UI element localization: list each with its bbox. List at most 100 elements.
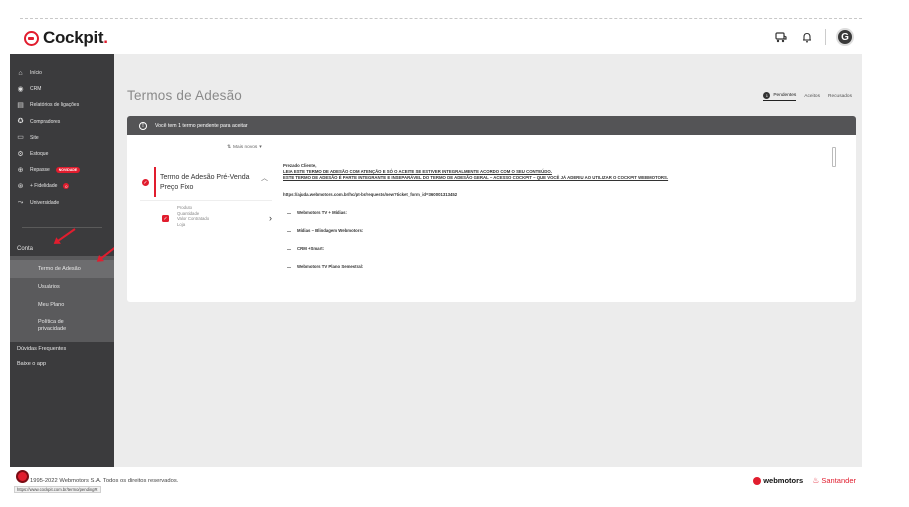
sidebar-item-label: Relatórios de ligações (30, 102, 80, 109)
term-item-label: Webmotors TV Plano Semestral: (297, 264, 364, 269)
count-badge: 1 (763, 92, 771, 99)
chevron-down-icon: ▾ (259, 145, 262, 150)
loyalty-icon: ⊛ (17, 182, 24, 190)
sidebar-item-label: Estoque (30, 151, 49, 158)
tab-pendentes[interactable]: 1 Pendentes (763, 92, 797, 101)
sidebar-item-fidelidade[interactable]: ⊛ + Fidelidade 0 (10, 178, 114, 194)
sidebar-item-label: Repasse (30, 167, 50, 174)
brand-label: Santander (821, 476, 856, 485)
stock-icon: ⚙ (17, 150, 24, 158)
sidebar-section-conta[interactable]: Conta (10, 242, 114, 256)
sidebar-item-politica-privacidade[interactable]: Política de privacidade (10, 314, 114, 338)
help-url[interactable]: https://ajuda.webmotors.com.br/hc/pt-br/… (283, 192, 783, 198)
sidebar-nav: ⌂ Início ◉ CRM ▤ Relatórios de ligações ✪ Co… (10, 54, 114, 211)
document-detail-item[interactable]: ✓ Produto Quantidade Valor Contratado Lo… (162, 205, 272, 231)
count-badge: 0 (63, 183, 70, 190)
tab-aceitos[interactable]: Aceitos (804, 94, 820, 99)
flame-icon: ♨ (812, 476, 820, 485)
tab-label: Recusados (828, 94, 852, 99)
sidebar-item-estoque[interactable]: ⚙ Estoque (10, 146, 114, 162)
sidebar-item-site[interactable]: ▭ Site (10, 130, 114, 146)
sidebar-divider (22, 226, 102, 228)
footer: 1995-2022 Webmotors S.A. Todos os direit… (10, 467, 862, 493)
buyers-icon: ✪ (17, 118, 24, 126)
home-icon: ⌂ (18, 69, 23, 77)
top-bar: Cockpit. G (10, 22, 862, 54)
bullet (287, 212, 291, 214)
check-icon: ✓ (142, 179, 149, 186)
term-item: CRM +Smart: (283, 246, 783, 252)
steering-wheel-icon (24, 30, 39, 46)
brand-name: Cockpit. (43, 28, 108, 47)
sort-dropdown[interactable]: ⇅ Mais novos ▾ (227, 145, 262, 150)
sidebar-item-duvidas[interactable]: Dúvidas Frequentes (10, 342, 114, 357)
chevron-right-icon[interactable]: › (269, 213, 272, 223)
info-icon: ! (139, 121, 147, 130)
sidebar-item-label: CRM (30, 86, 42, 93)
bullet (287, 248, 291, 250)
status-url: https://www.cockpit.com.br/termo/pending… (14, 486, 101, 493)
vehicle-icon[interactable] (773, 29, 789, 45)
sidebar-item-label: Compradores (30, 118, 61, 125)
avatar[interactable]: G (836, 28, 854, 46)
partner-logos: webmotors ♨ Santander (753, 476, 856, 485)
sidebar-item-relatorios[interactable]: ▤ Relatórios de ligações (10, 97, 114, 113)
bullet (287, 266, 291, 268)
conta-submenu: Termo de Adesão Usuários Meu Plano Polít… (10, 255, 114, 342)
sidebar-item-label: Início (30, 70, 42, 77)
pending-banner: ! Você tem 1 termo pendente para aceitar (127, 116, 856, 135)
repasse-icon: ⊕ (17, 166, 24, 174)
checkbox[interactable]: ✓ (162, 215, 169, 222)
crm-icon: ◉ (17, 85, 24, 93)
selection-bar (154, 167, 156, 197)
sort-label: Mais novos (233, 145, 258, 150)
tab-recusados[interactable]: Recusados (828, 94, 852, 99)
webmotors-icon (753, 476, 762, 485)
status-tabs: 1 Pendentes Aceitos Recusados (763, 92, 852, 101)
copyright-text: 1995-2022 Webmotors S.A. Todos os direit… (30, 478, 179, 484)
main-content: Termos de Adesão 1 Pendentes Aceitos Recu… (114, 54, 862, 467)
bell-icon[interactable] (799, 29, 815, 45)
page-title: Termos de Adesão (127, 88, 243, 103)
term-item-label: CRM +Smart: (297, 246, 325, 251)
app-icon (16, 470, 29, 483)
term-item: Webmotors TV + Mídias: (283, 210, 783, 216)
bullet (287, 230, 291, 232)
terms-line: ESTE TERMO DE ADESÃO É PARTE INTEGRANTE … (283, 175, 669, 180)
sidebar-item-label: Universidade (30, 199, 60, 206)
divider (825, 29, 826, 45)
sidebar-item-universidade[interactable]: ⤳ Universidade (10, 195, 114, 211)
term-item-label: Mídias – Blindagem Webmotors: (297, 228, 364, 233)
sidebar-item-inicio[interactable]: ⌂ Início (10, 65, 114, 81)
detail-line: Valor Contratado (177, 216, 210, 221)
report-icon: ▤ (17, 101, 24, 109)
chevron-up-icon[interactable]: ︿ (261, 173, 268, 183)
top-dotted-border (20, 18, 862, 19)
term-item: Mídias – Blindagem Webmotors: (283, 228, 783, 234)
top-actions: G (773, 28, 854, 46)
document-title: Termo de Adesão Pré-Venda Preço Fixo (160, 174, 250, 191)
banner-text: Você tem 1 termo pendente para aceitar (155, 122, 248, 129)
detail-line: Loja (177, 221, 186, 227)
brand-label: webmotors (763, 476, 804, 485)
sidebar-item-label: Site (30, 134, 39, 141)
sidebar-item-repasse[interactable]: ⊕ Repasse NOVIDADE (10, 162, 114, 178)
term-item: Webmotors TV Plano Semestral: (283, 264, 783, 270)
site-icon: ▭ (17, 134, 24, 142)
sidebar-item-baixe-app[interactable]: Baixe o app (10, 357, 114, 372)
new-badge: NOVIDADE (55, 167, 81, 174)
university-icon: ⤳ (17, 199, 24, 207)
sidebar-item-meu-plano[interactable]: Meu Plano (10, 296, 114, 314)
brand-logo[interactable]: Cockpit. (24, 28, 108, 48)
santander-logo: ♨ Santander (812, 476, 856, 485)
document-list-item[interactable]: ✓ Termo de Adesão Pré-Venda Preço Fixo ︿ (140, 165, 272, 201)
scrollbar[interactable] (832, 147, 836, 167)
webmotors-logo: webmotors (753, 476, 803, 485)
terms-card: ⇅ Mais novos ▾ ✓ Termo de Adesão Pré-Ven… (127, 135, 856, 302)
document-content: Prezado Cliente, LEIA ESTE TERMO DE ADES… (283, 163, 783, 270)
sidebar-item-crm[interactable]: ◉ CRM (10, 81, 114, 97)
term-item-label: Webmotors TV + Mídias: (297, 210, 347, 215)
sidebar-item-usuarios[interactable]: Usuários (10, 278, 114, 296)
tab-label: Pendentes (773, 93, 797, 98)
sidebar-item-compradores[interactable]: ✪ Compradores (10, 114, 114, 130)
